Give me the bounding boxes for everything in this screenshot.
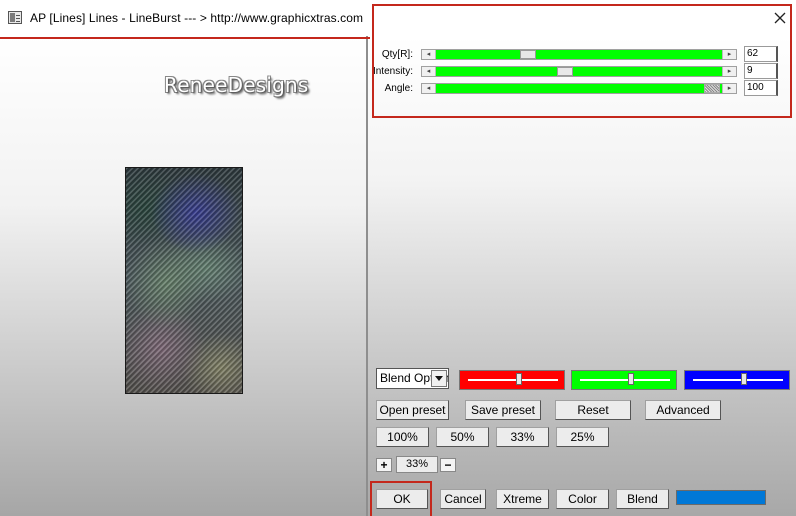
xtreme-button[interactable]: Xtreme <box>496 489 549 509</box>
reset-button[interactable]: Reset <box>555 400 631 420</box>
zoom-25-button[interactable]: 25% <box>556 427 609 447</box>
annotation-box-ok <box>370 481 432 516</box>
blue-channel-slider[interactable] <box>684 370 790 390</box>
annotation-box-sliders <box>372 4 792 118</box>
open-preset-button[interactable]: Open preset <box>376 400 449 420</box>
zoom-in-button[interactable]: + <box>376 458 392 472</box>
preview-image[interactable] <box>125 167 243 394</box>
slider-thumb[interactable] <box>628 373 634 385</box>
red-channel-slider[interactable] <box>459 370 565 390</box>
chevron-down-icon <box>435 376 443 381</box>
watermark-text: ReneeDesigns <box>164 73 309 97</box>
dropdown-button[interactable] <box>431 370 447 387</box>
zoom-50-button[interactable]: 50% <box>436 427 489 447</box>
zoom-level: 33% <box>396 456 438 473</box>
slider-thumb[interactable] <box>741 373 747 385</box>
color-button[interactable]: Color <box>556 489 609 509</box>
cancel-button[interactable]: Cancel <box>440 489 486 509</box>
blend-options-dropdown[interactable]: Blend Options <box>376 368 449 389</box>
window-title: AP [Lines] Lines - LineBurst --- > http:… <box>30 11 364 25</box>
slider-track <box>468 373 558 385</box>
advanced-button[interactable]: Advanced <box>645 400 721 420</box>
save-preset-button[interactable]: Save preset <box>465 400 541 420</box>
annotation-line <box>0 37 370 39</box>
slider-thumb[interactable] <box>516 373 522 385</box>
zoom-100-button[interactable]: 100% <box>376 427 429 447</box>
zoom-33-button[interactable]: 33% <box>496 427 549 447</box>
green-channel-slider[interactable] <box>571 370 677 390</box>
slider-track <box>693 373 783 385</box>
color-swatch[interactable] <box>676 490 766 505</box>
zoom-out-button[interactable]: − <box>440 458 456 472</box>
slider-track <box>580 373 670 385</box>
app-icon <box>8 11 22 24</box>
blend-button[interactable]: Blend <box>616 489 669 509</box>
